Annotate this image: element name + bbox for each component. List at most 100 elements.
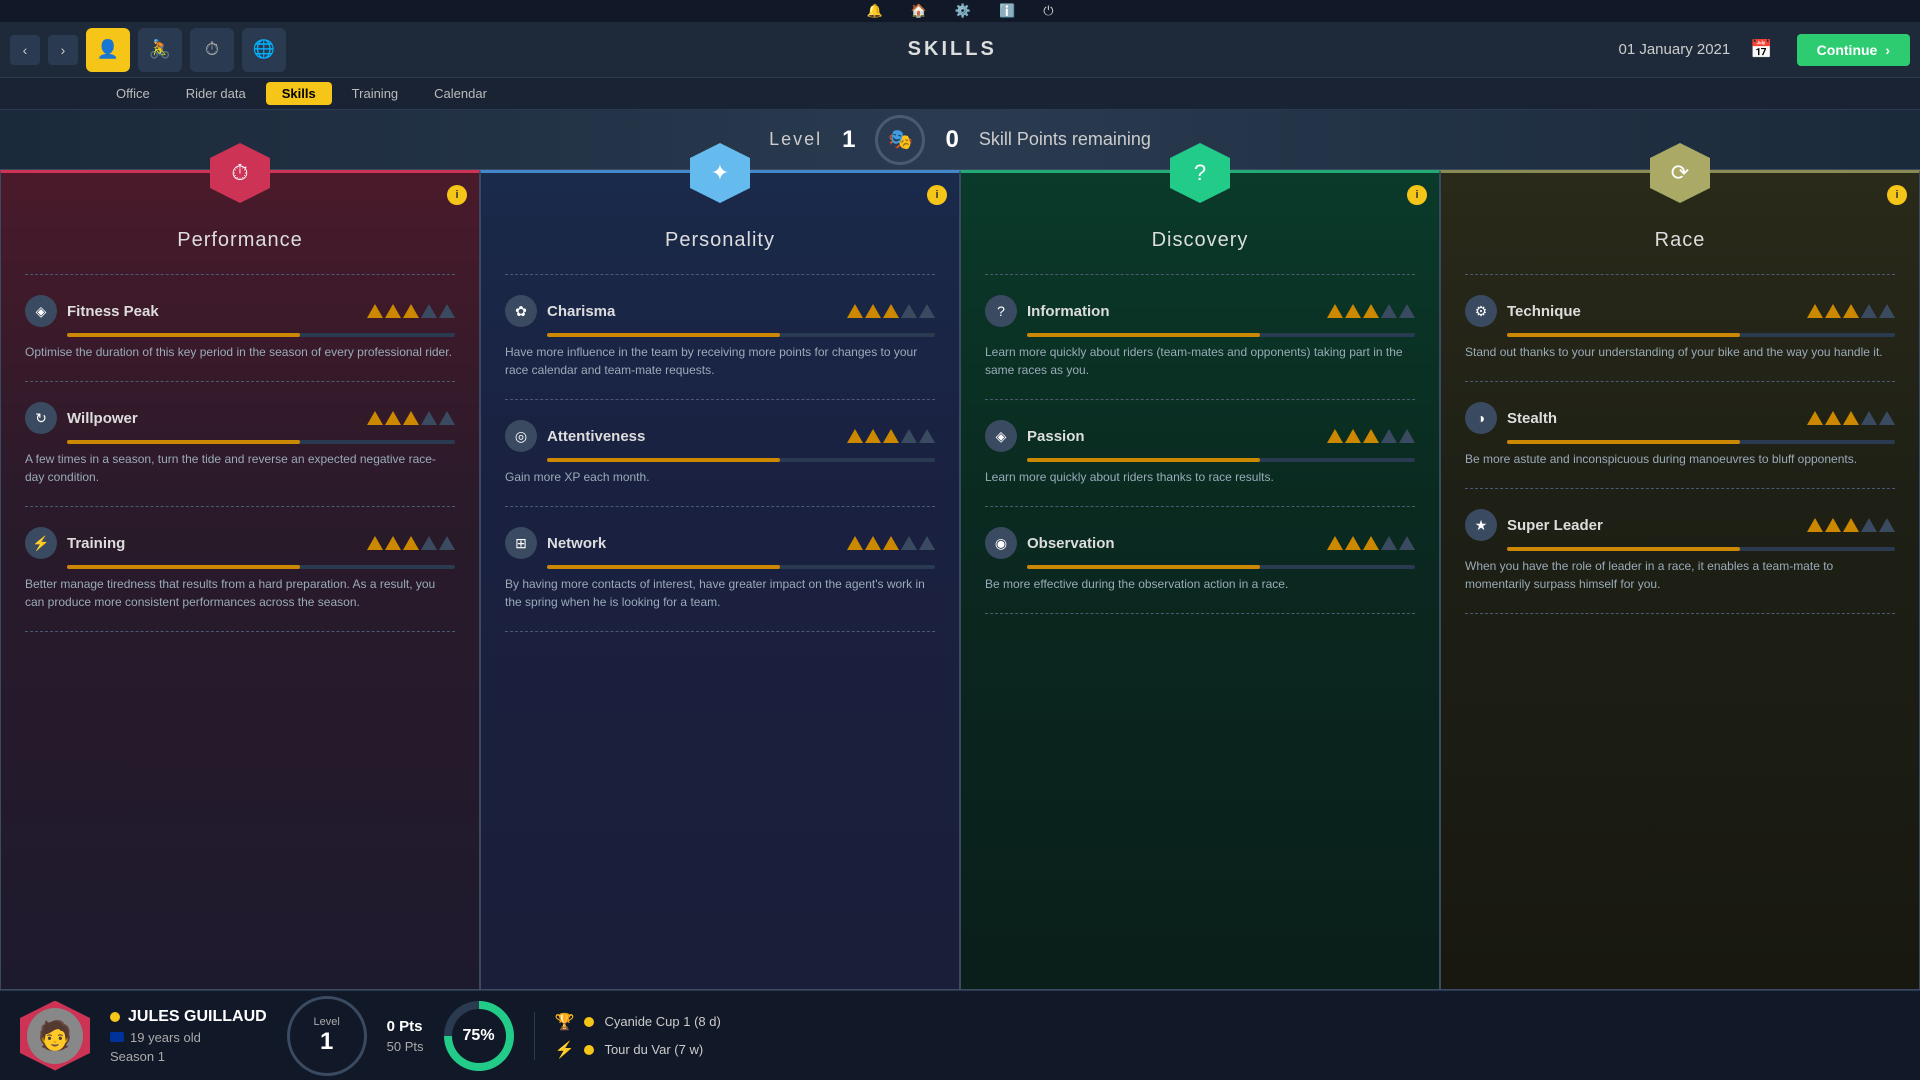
trophy-icon: 🏆 <box>555 1012 575 1032</box>
observation-name: Observation <box>1027 535 1317 552</box>
observation-desc: Be more effective during the observation… <box>985 575 1415 593</box>
player-season: Season 1 <box>110 1049 267 1064</box>
home-icon[interactable]: 🏠 <box>911 3 927 19</box>
network-desc: By having more contacts of interest, hav… <box>505 575 935 611</box>
attentiveness-desc: Gain more XP each month. <box>505 468 935 486</box>
flag-icon <box>110 1032 124 1042</box>
willpower-desc: A few times in a season, turn the tide a… <box>25 450 455 486</box>
race-icon-2: ⚡ <box>555 1040 575 1060</box>
level-label: Level <box>769 129 822 150</box>
stealth-desc: Be more astute and inconspicuous during … <box>1465 450 1895 468</box>
nav-icon-riders[interactable]: 🚴 <box>138 28 182 72</box>
info-icon[interactable]: ℹ️ <box>999 3 1015 19</box>
race-info-btn[interactable]: i <box>1887 185 1907 205</box>
pts-current: 0 Pts <box>387 1018 424 1035</box>
skill-stealth: ◑ Stealth Be more astute and inconspicuo… <box>1465 392 1895 478</box>
observation-stars <box>1327 536 1415 550</box>
fitness-peak-stars <box>367 304 455 318</box>
player-info: JULES GUILLAUD 19 years old Season 1 <box>110 1008 267 1064</box>
technique-stars <box>1807 304 1895 318</box>
tab-bar: Office Rider data Skills Training Calend… <box>0 78 1920 110</box>
skills-grid: ⏱ i Performance ◈ Fitness Peak Optimise … <box>0 170 1920 990</box>
card-race: ⟳ i Race ⚙ Technique Stand out thanks to… <box>1440 170 1920 990</box>
nav-icon-person[interactable]: 👤 <box>86 28 130 72</box>
training-stars <box>367 536 455 550</box>
tab-calendar[interactable]: Calendar <box>418 82 503 105</box>
discovery-info-btn[interactable]: i <box>1407 185 1427 205</box>
discovery-title: Discovery <box>985 229 1415 252</box>
tab-training[interactable]: Training <box>336 82 414 105</box>
performance-title: Performance <box>25 229 455 252</box>
passion-name: Passion <box>1027 428 1317 445</box>
page-title: SKILLS <box>294 38 1610 61</box>
bell-icon[interactable]: 🔔 <box>866 3 882 19</box>
super-leader-desc: When you have the role of leader in a ra… <box>1465 557 1895 593</box>
passion-stars <box>1327 429 1415 443</box>
stealth-name: Stealth <box>1507 410 1797 427</box>
player-dot-icon <box>110 1012 120 1022</box>
personality-info-btn[interactable]: i <box>927 185 947 205</box>
training-icon: ⚡ <box>25 527 57 559</box>
attentiveness-name: Attentiveness <box>547 428 837 445</box>
gear-icon[interactable]: ⚙️ <box>955 3 971 19</box>
race-label-1: Cyanide Cup 1 (8 d) <box>604 1014 720 1029</box>
nav-icon-globe[interactable]: 🌐 <box>242 28 286 72</box>
skill-points-value: 0 <box>945 126 958 154</box>
level-circle-num: 1 <box>320 1028 333 1056</box>
super-leader-icon: ★ <box>1465 509 1497 541</box>
race-item-2: ⚡ Tour du Var (7 w) <box>555 1040 1900 1060</box>
nav-bar: ‹ › 👤 🚴 ⏱ 🌐 SKILLS 01 January 2021 📅 Con… <box>0 22 1920 78</box>
information-icon: ? <box>985 295 1017 327</box>
skill-observation: ◉ Observation Be more effective during t… <box>985 517 1415 603</box>
pts-info: 0 Pts 50 Pts <box>387 1018 424 1054</box>
level-circle: Level 1 <box>287 996 367 1076</box>
fitness-peak-name: Fitness Peak <box>67 303 357 320</box>
skill-willpower: ↻ Willpower A few times in a season, tur… <box>25 392 455 496</box>
continue-label: Continue <box>1817 42 1878 58</box>
continue-button[interactable]: Continue › <box>1797 34 1910 66</box>
tab-office[interactable]: Office <box>100 82 166 105</box>
charisma-icon: ✿ <box>505 295 537 327</box>
network-icon: ⊞ <box>505 527 537 559</box>
race-dot-1 <box>584 1017 594 1027</box>
charisma-stars <box>847 304 935 318</box>
passion-icon: ◈ <box>985 420 1017 452</box>
race-item-1: 🏆 Cyanide Cup 1 (8 d) <box>555 1012 1900 1032</box>
observation-icon: ◉ <box>985 527 1017 559</box>
bottom-bar: 🧑 JULES GUILLAUD 19 years old Season 1 L… <box>0 990 1920 1080</box>
skill-technique: ⚙ Technique Stand out thanks to your und… <box>1465 285 1895 371</box>
performance-info-btn[interactable]: i <box>447 185 467 205</box>
skill-network: ⊞ Network By having more contacts of int… <box>505 517 935 621</box>
player-age: 19 years old <box>110 1030 267 1045</box>
tab-skills[interactable]: Skills <box>266 82 332 105</box>
willpower-stars <box>367 411 455 425</box>
level-value: 1 <box>842 126 855 154</box>
skill-super-leader: ★ Super Leader When you have the role of… <box>1465 499 1895 603</box>
nav-icon-clock[interactable]: ⏱ <box>190 28 234 72</box>
skill-passion: ◈ Passion Learn more quickly about rider… <box>985 410 1415 496</box>
charisma-desc: Have more influence in the team by recei… <box>505 343 935 379</box>
top-bar: 🔔 🏠 ⚙️ ℹ️ ⏻ <box>0 0 1920 22</box>
nav-date: 01 January 2021 <box>1618 41 1730 58</box>
race-dot-2 <box>584 1045 594 1055</box>
attentiveness-stars <box>847 429 935 443</box>
network-stars <box>847 536 935 550</box>
personality-title: Personality <box>505 229 935 252</box>
power-icon[interactable]: ⏻ <box>1043 3 1053 19</box>
willpower-icon: ↻ <box>25 402 57 434</box>
technique-name: Technique <box>1507 303 1797 320</box>
fitness-peak-icon: ◈ <box>25 295 57 327</box>
progress-circle: 75% <box>444 1001 514 1071</box>
calendar-icon[interactable]: 📅 <box>1750 39 1772 60</box>
network-name: Network <box>547 535 837 552</box>
nav-back[interactable]: ‹ <box>10 35 40 65</box>
fitness-peak-desc: Optimise the duration of this key period… <box>25 343 455 361</box>
charisma-name: Charisma <box>547 303 837 320</box>
pts-total: 50 Pts <box>387 1039 424 1054</box>
nav-forward[interactable]: › <box>48 35 78 65</box>
attentiveness-icon: ◎ <box>505 420 537 452</box>
information-stars <box>1327 304 1415 318</box>
tab-rider-data[interactable]: Rider data <box>170 82 262 105</box>
super-leader-name: Super Leader <box>1507 517 1797 534</box>
skill-charisma: ✿ Charisma Have more influence in the te… <box>505 285 935 389</box>
